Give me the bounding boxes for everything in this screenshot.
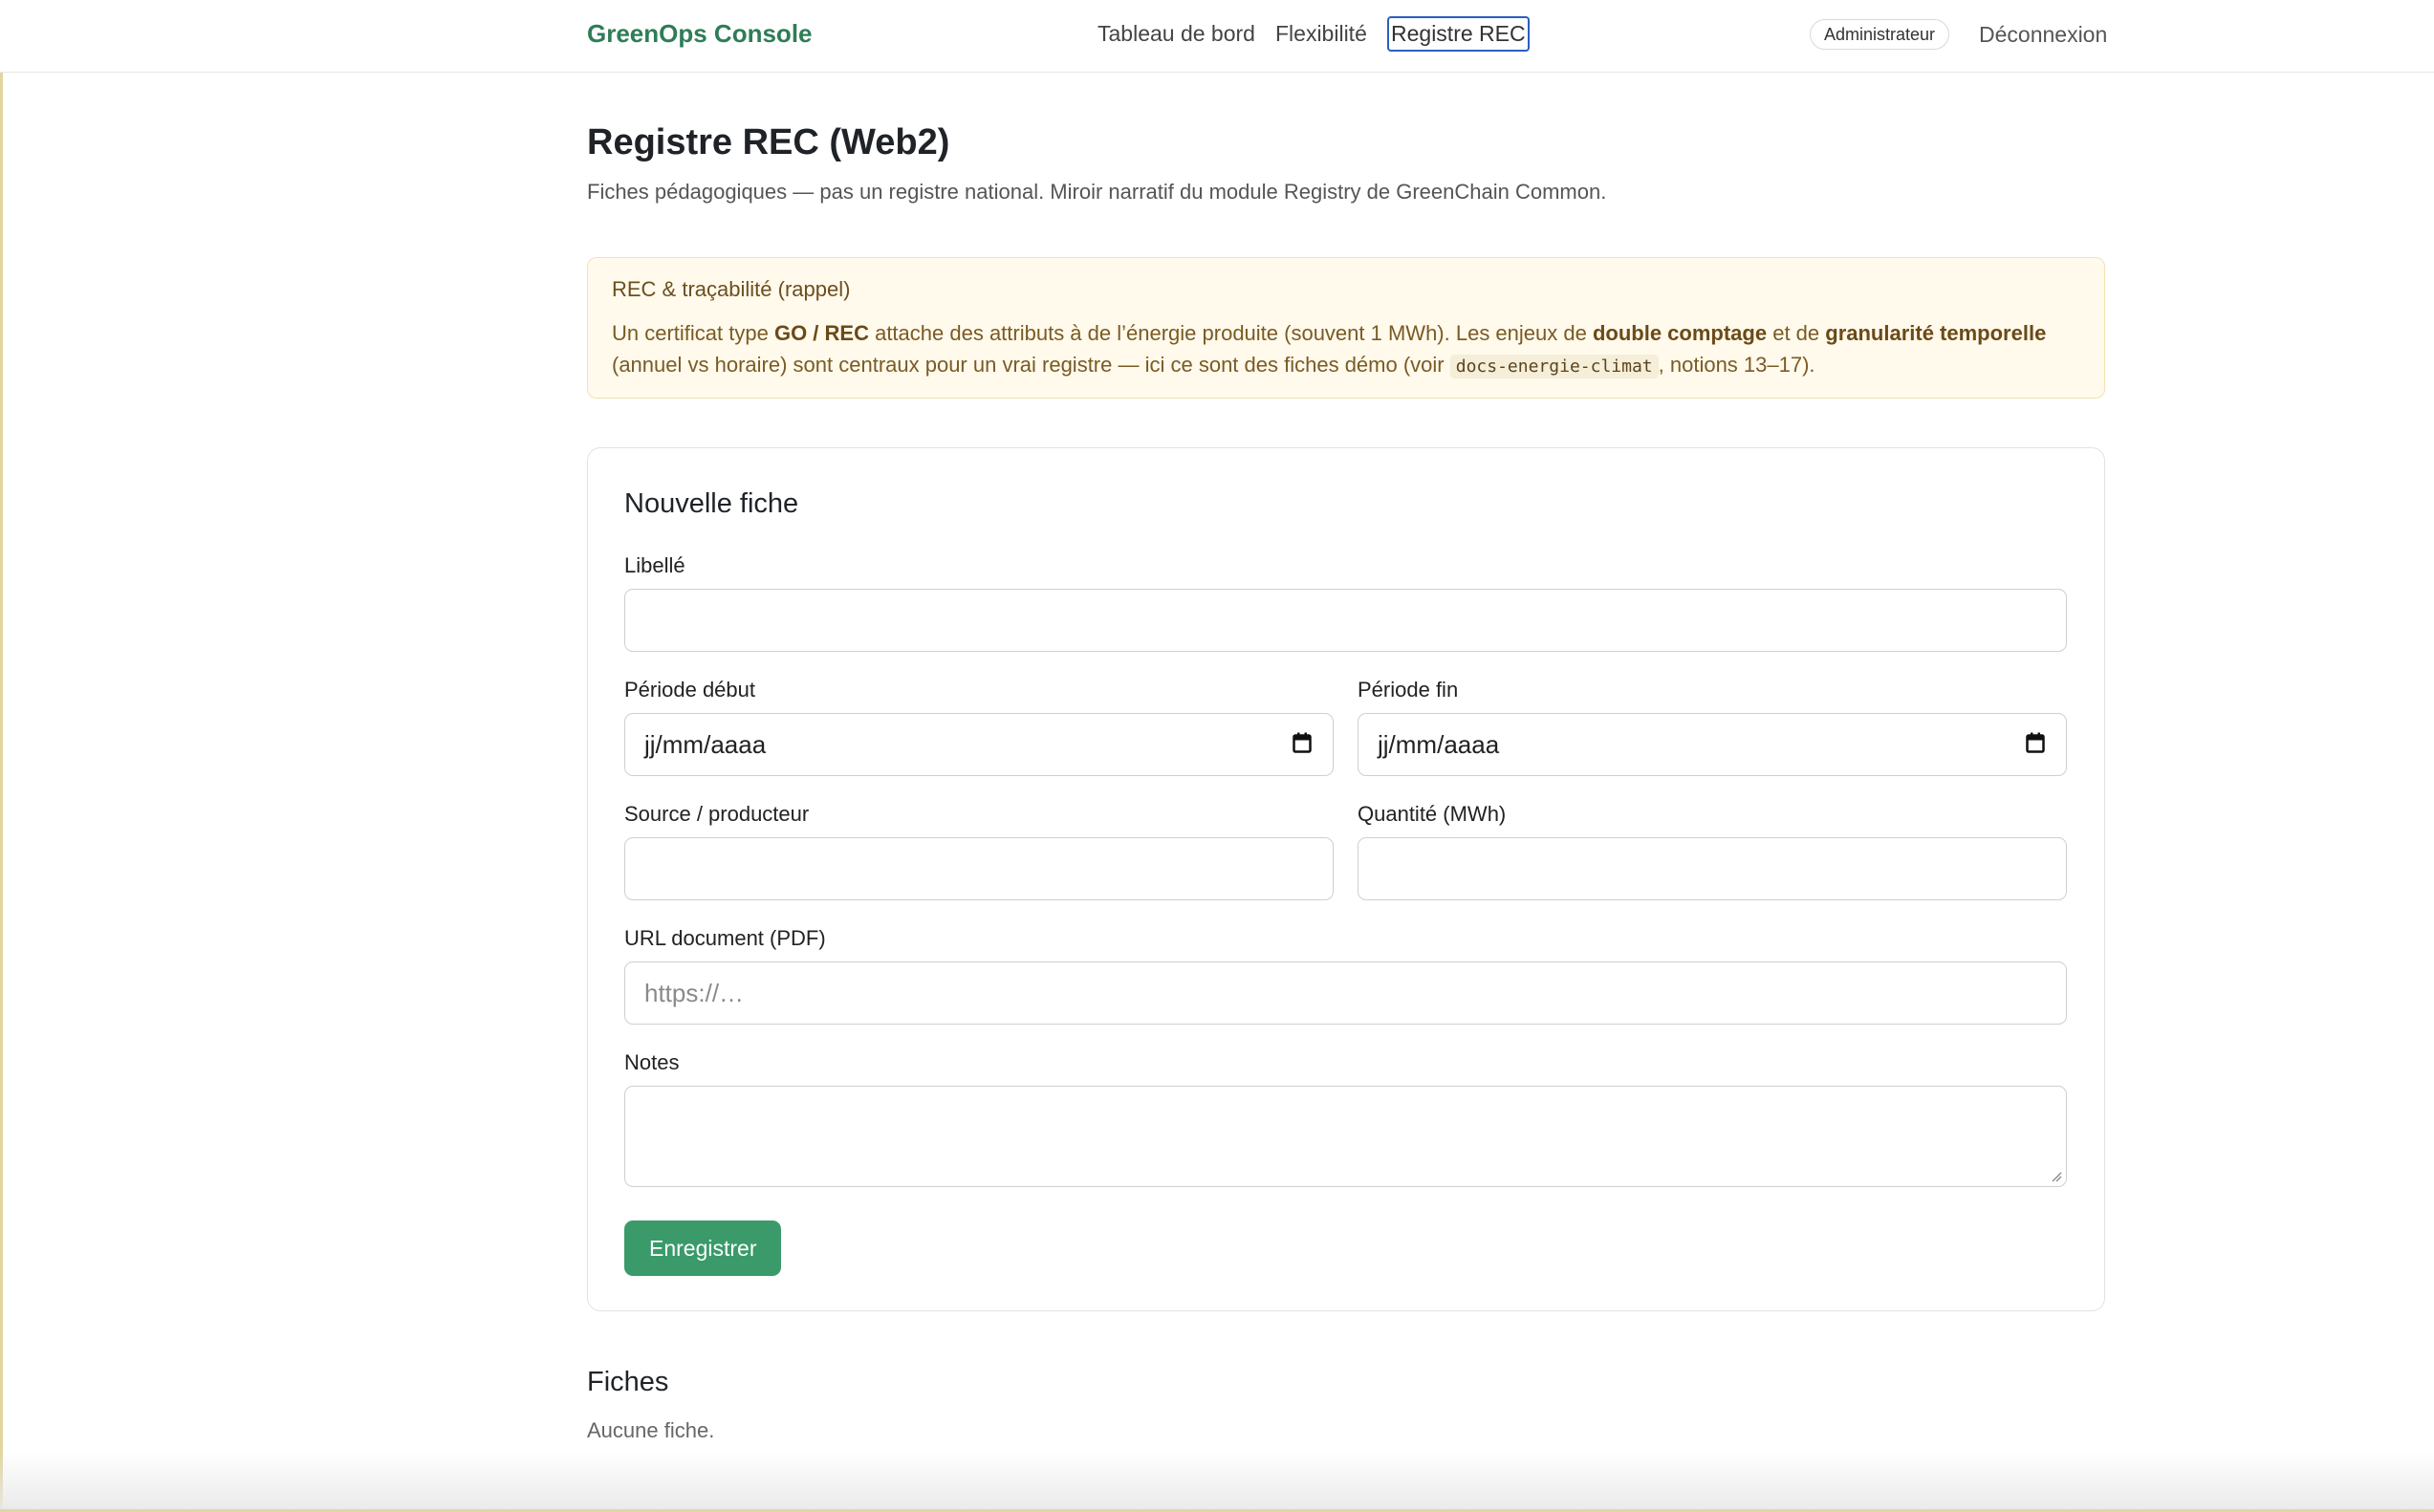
nav-link-dashboard[interactable]: Tableau de bord [1097,21,1255,47]
callout-text: Un certificat type GO / REC attache des … [612,321,2047,378]
calendar-icon[interactable] [2026,732,2045,753]
label-libelle: Libellé [624,553,685,577]
callout-bold-go-rec: GO / REC [773,321,869,345]
period-start-value: jj/mm/aaaa [644,730,767,759]
page-title: Registre REC (Web2) [587,122,950,162]
quantity-input[interactable] [1358,837,2067,900]
logout-link[interactable]: Déconnexion [1979,22,2107,48]
label-notes: Notes [624,1050,680,1074]
info-callout: REC & traçabilité (rappel) Un certificat… [587,257,2105,399]
calendar-icon[interactable] [1293,732,1312,753]
records-section-title: Fiches [587,1367,669,1397]
callout-code-ref: docs-energie-climat [1449,355,1659,378]
callout-bold-double-counting: double comptage [1592,321,1768,345]
records-empty-state: Aucune fiche. [587,1418,715,1442]
label-period-start: Période début [624,678,755,702]
url-input[interactable]: https://… [624,961,2067,1025]
source-input[interactable] [624,837,1334,900]
period-end-date-input[interactable]: jj/mm/aaaa [1358,713,2067,776]
label-period-end: Période fin [1358,678,1459,702]
callout-bold-granularity: granularité temporelle [1825,321,2047,345]
period-end-value: jj/mm/aaaa [1378,730,1500,759]
new-record-form-card: Nouvelle fiche Libellé Période début jj/… [587,447,2105,1311]
nav-link-rec-registry[interactable]: Registre REC [1387,16,1530,52]
role-badge: Administrateur [1810,19,1950,50]
label-url: URL document (PDF) [624,926,826,950]
bottom-shade [0,1452,2434,1509]
form-title: Nouvelle fiche [624,488,799,519]
page-subtitle: Fiches pédagogiques — pas un registre na… [587,180,1607,204]
callout-title: REC & traçabilité (rappel) [612,277,851,301]
top-navbar: GreenOps Console Tableau de bord Flexibi… [0,0,2434,73]
window-frame-left [0,0,3,1512]
brand-logo-text[interactable]: GreenOps Console [587,19,813,49]
label-quantity: Quantité (MWh) [1358,802,1507,826]
libelle-input[interactable] [624,589,2067,652]
nav-link-flexibility[interactable]: Flexibilité [1275,21,1367,47]
label-source: Source / producteur [624,802,810,826]
notes-textarea[interactable] [624,1086,2067,1187]
save-button[interactable]: Enregistrer [624,1220,782,1276]
resize-grip-icon[interactable] [2051,1171,2062,1182]
period-start-date-input[interactable]: jj/mm/aaaa [624,713,1334,776]
